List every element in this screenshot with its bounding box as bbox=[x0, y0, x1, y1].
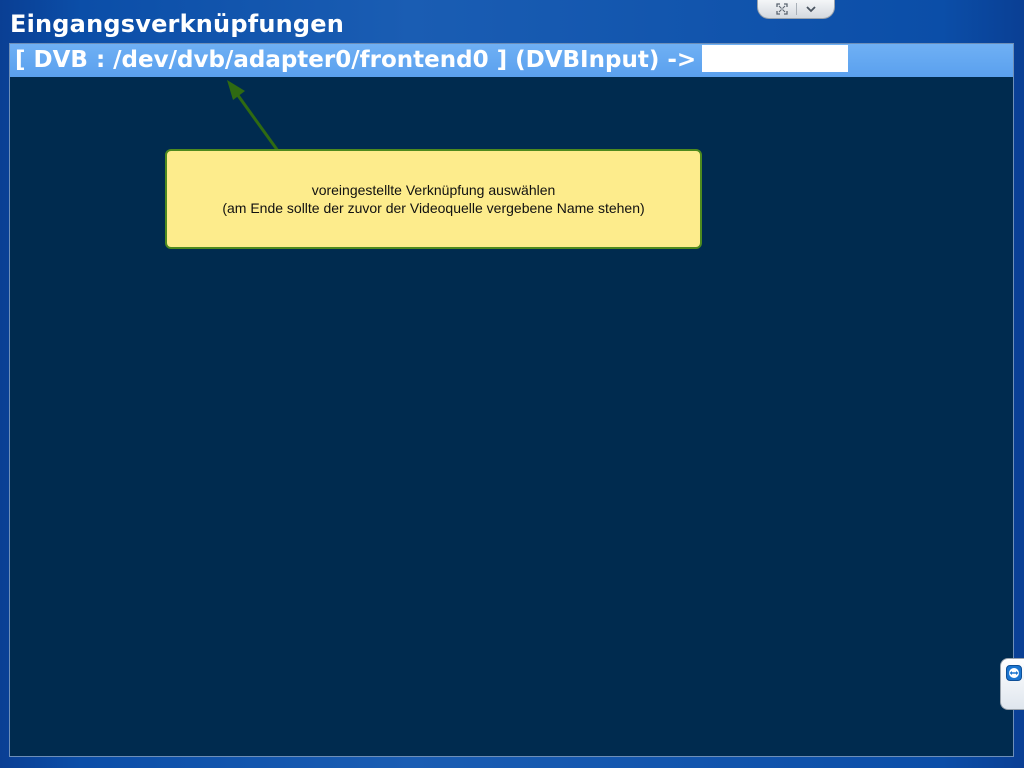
annotation-callout: voreingestellte Verknüpfung auswählen (a… bbox=[165, 149, 702, 249]
annotation-arrow bbox=[227, 80, 280, 152]
teamviewer-side-tab[interactable] bbox=[1000, 658, 1024, 710]
callout-line-2: (am Ende sollte der zuvor der Videoquell… bbox=[222, 200, 645, 216]
teamviewer-icon bbox=[1005, 665, 1022, 685]
callout-line-1: voreingestellte Verknüpfung auswählen bbox=[311, 182, 556, 198]
